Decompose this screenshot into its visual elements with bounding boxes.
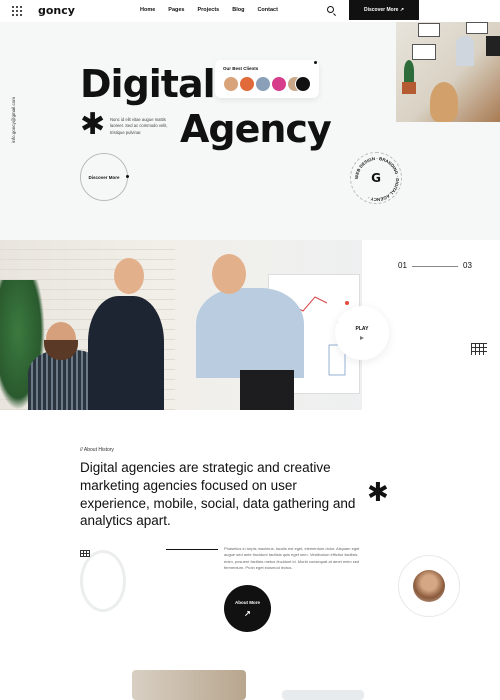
wall-frame [466,22,488,34]
discover-more-circle-button[interactable]: Discover More [80,153,128,201]
about-more-label: About More [235,599,260,605]
slide-current[interactable]: 01 [398,261,407,270]
grid-decoration [471,343,487,355]
asterisk-icon: ✱ [80,107,106,142]
badge-letter: G [371,171,381,185]
plant-pot [402,82,416,94]
person-head [212,254,246,294]
main-nav: Home Pages Projects Blog Contact [140,7,291,13]
client-avatar [239,76,255,92]
discover-more-button[interactable]: Discover More ↗ [349,0,419,20]
nav-contact[interactable]: Contact [257,7,277,13]
nav-projects[interactable]: Projects [198,7,220,13]
faint-logo-mark [80,550,126,612]
trousers [240,370,294,410]
client-avatar [255,76,271,92]
nav-home[interactable]: Home [140,7,155,13]
about-body: Phasellus in turpis maximus, iaculis est… [224,546,360,571]
wall-frame [412,44,436,60]
client-avatar [223,76,239,92]
decor-dot [314,61,317,64]
site-header: goncy Home Pages Projects Blog Contact D… [0,0,500,22]
slide-total[interactable]: 03 [463,261,472,270]
project-card-image[interactable] [282,690,364,700]
search-icon[interactable] [327,6,334,13]
project-card-image[interactable] [132,670,246,700]
person-standing-dark [88,296,164,410]
team-photo [0,240,362,410]
clients-card: Our Best Clients [215,60,319,98]
person-standing-light [196,288,304,378]
nav-pages[interactable]: Pages [168,7,184,13]
about-divider [166,549,218,550]
play-icon [360,336,364,340]
logo[interactable]: goncy [38,4,75,17]
avatar [413,570,445,602]
menu-grid-icon[interactable] [12,6,22,16]
clients-title: Our Best Clients [223,66,259,71]
hero-title-line2: Agency [180,107,332,151]
hero-section: info.goncy@gmail.com Digital Agency ✱ Nu… [0,22,500,240]
about-heading: Digital agencies are strategic and creat… [80,460,356,529]
arrow-up-right-icon: ↗ [244,608,251,618]
dog [430,82,458,122]
asterisk-icon: ✱ [367,478,389,508]
office-photo [396,22,500,122]
decor-dot [268,606,271,609]
decor-dot [126,175,129,178]
wall-frame [418,23,440,37]
nav-blog[interactable]: Blog [232,7,244,13]
play-video-button[interactable]: PLAY [335,306,389,360]
person-head [114,258,144,294]
hero-title-line1: Digital [80,62,216,106]
client-avatar [271,76,287,92]
hero-description: Nunc id elit vitae augue mattis laoreet.… [110,117,168,135]
play-label: PLAY [355,326,369,332]
plant [404,60,414,82]
grid-decoration [80,550,90,557]
play-circle-icon[interactable] [295,76,311,92]
about-more-button[interactable]: About More ↗ [224,585,271,632]
slide-progress-line [412,266,458,267]
contact-email[interactable]: info.goncy@gmail.com [11,97,16,143]
about-kicker: // About History [80,447,114,453]
person-figure [456,36,474,66]
monitor [486,36,500,56]
